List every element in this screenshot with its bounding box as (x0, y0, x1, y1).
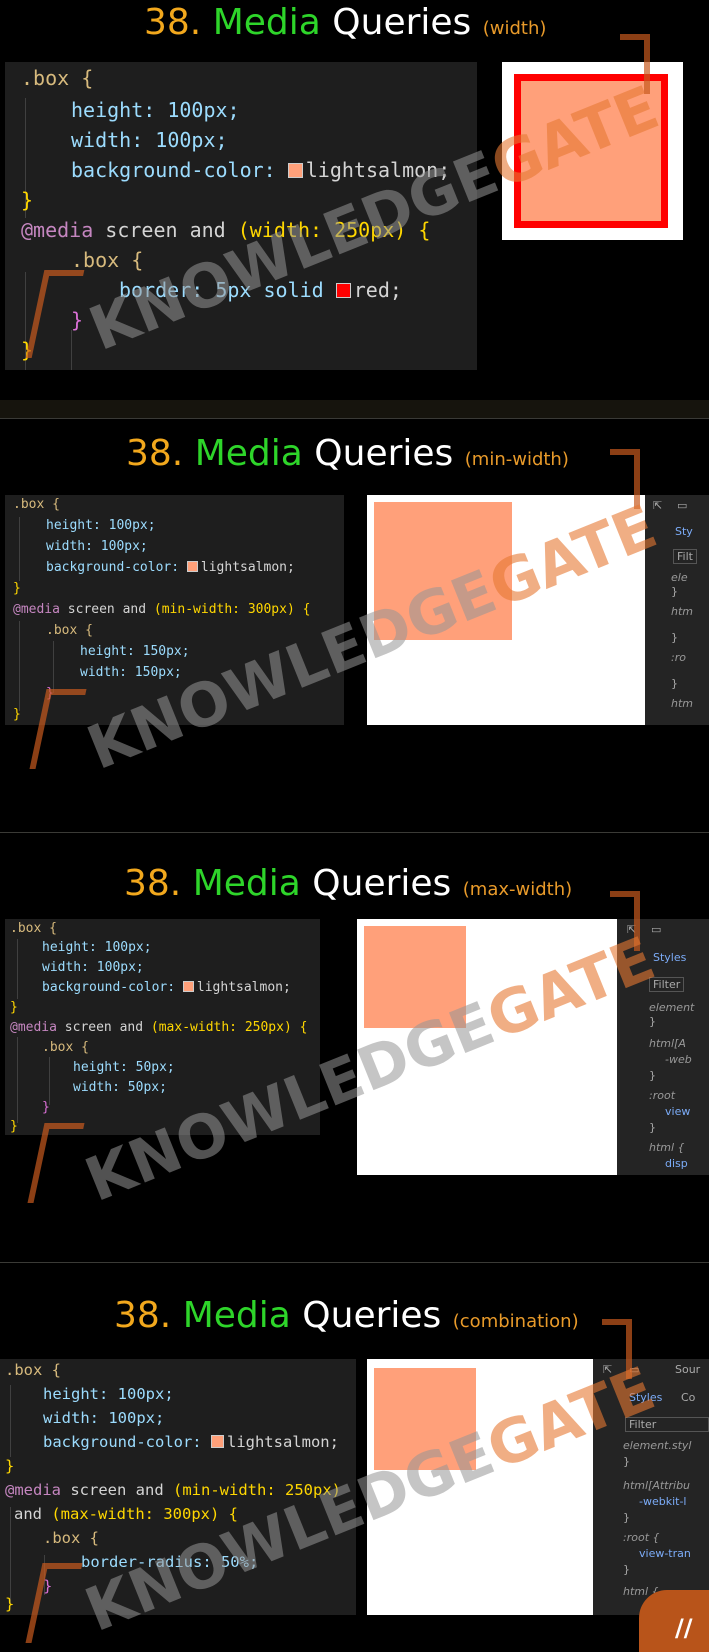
devtools-panel: ⇱ ▭ Sour Styles Co Filter element.styl }… (593, 1359, 709, 1615)
styles-tab[interactable]: Sty (675, 525, 693, 538)
browser-preview (357, 919, 617, 1175)
code-editor: .box { height: 100px; width: 100px; back… (5, 62, 477, 370)
inspect-icon[interactable]: ⇱ (627, 923, 636, 936)
color-swatch[interactable] (210, 1435, 224, 1448)
panel-title: 38. Media Queries (min-width) (126, 433, 569, 474)
box (364, 926, 466, 1028)
code-editor: .box { height: 100px; width: 100px; back… (5, 495, 344, 725)
browser-preview (367, 1359, 593, 1615)
panel-title: 38. Media Queries (max-width) (124, 863, 573, 904)
panel-width: 38. Media Queries (width) .box { height:… (0, 0, 709, 380)
styles-tab[interactable]: Styles (629, 1391, 662, 1404)
box (374, 1368, 476, 1470)
color-swatch[interactable] (287, 163, 303, 178)
panel-min-width: 38. Media Queries (min-width) .box { hei… (0, 419, 709, 829)
panel-title: 38. Media Queries (width) (144, 2, 547, 43)
box (374, 502, 512, 640)
filter-input[interactable]: Filt (673, 549, 697, 564)
device-toolbar-icon[interactable]: ▭ (677, 499, 687, 512)
device-toolbar-icon[interactable]: ▭ (651, 923, 661, 936)
devtools-panel: ⇱ ▭ Styles Filter element } html[A -web … (617, 919, 709, 1175)
filter-input[interactable]: Filter (625, 1417, 709, 1432)
color-swatch[interactable] (335, 283, 351, 298)
browser-preview (502, 62, 683, 240)
panel-max-width: 38. Media Queries (max-width) .box { hei… (0, 833, 709, 1259)
styles-tab[interactable]: Styles (653, 951, 686, 964)
filter-input[interactable]: Filter (649, 977, 685, 992)
browser-preview (367, 495, 645, 725)
color-swatch[interactable] (186, 561, 198, 572)
computed-tab[interactable]: Co (681, 1391, 695, 1404)
code-editor: .box { height: 100px; width: 100px; back… (5, 919, 320, 1135)
devtools-panel: ⇱ ▭ Sty Filt ele } htm } :ro } htm (645, 495, 709, 725)
color-swatch[interactable] (182, 981, 194, 992)
panel-combination: 38. Media Queries (combination) .box { h… (0, 1263, 709, 1652)
code-editor: .box { height: 100px; width: 100px; back… (0, 1359, 356, 1615)
inspect-icon[interactable]: ⇱ (603, 1363, 612, 1376)
corner-logo-icon[interactable]: // (639, 1590, 709, 1652)
inspect-icon[interactable]: ⇱ (653, 499, 662, 512)
device-toolbar-icon[interactable]: ▭ (629, 1363, 639, 1376)
panel-title: 38. Media Queries (combination) (114, 1295, 579, 1336)
box (514, 74, 668, 228)
sources-tab[interactable]: Sour (675, 1363, 700, 1376)
